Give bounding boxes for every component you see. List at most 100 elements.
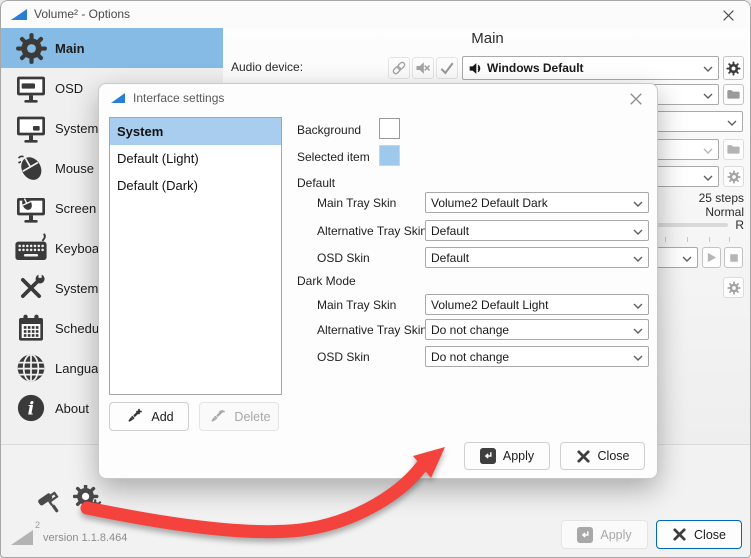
extra-settings-button[interactable]: [723, 277, 744, 298]
section-label-default: Default: [297, 176, 335, 190]
osd-monitor-icon: [13, 71, 49, 105]
slider-tick: [709, 237, 710, 242]
audio-device-select[interactable]: Windows Default: [462, 56, 719, 80]
section-label-dark-mode: Dark Mode: [297, 274, 356, 288]
dark-osd-skin-select[interactable]: Do not change: [425, 346, 649, 367]
dialog-close-button[interactable]: Close: [560, 442, 645, 470]
link-devices-icon[interactable]: [388, 57, 410, 79]
speaker-icon: [468, 61, 483, 76]
row-label: Main Tray Skin: [317, 196, 396, 210]
chevron-down-icon: [633, 350, 643, 364]
browse-folder-button[interactable]: [723, 84, 744, 105]
select-value: Default: [431, 224, 469, 238]
dark-alt-tray-skin-select[interactable]: Do not change: [425, 319, 649, 340]
sidebar-item-label: OSD: [55, 81, 83, 96]
select-value: Volume2 Default Dark: [431, 196, 548, 210]
select-value: Do not change: [431, 350, 509, 364]
gears-icon[interactable]: [73, 485, 105, 517]
chevron-down-icon: [703, 170, 713, 184]
background-swatch[interactable]: [379, 118, 400, 139]
sidebar-item-label: Mouse: [55, 161, 94, 176]
stop-button[interactable]: [724, 247, 743, 268]
close-x-icon: [672, 527, 687, 542]
apply-button: Apply: [561, 520, 648, 549]
play-button[interactable]: [702, 247, 721, 268]
brush-minus-icon: [207, 407, 227, 427]
main-tray-skin-select[interactable]: Volume2 Default Dark: [425, 192, 649, 213]
screen-edge-icon: [13, 191, 49, 225]
mode-text: Normal: [705, 205, 744, 219]
slider-tick: [729, 237, 730, 242]
close-button[interactable]: Close: [656, 520, 742, 549]
channel-text: R: [735, 218, 744, 232]
close-button-label: Close: [694, 528, 726, 542]
dark-main-tray-skin-select[interactable]: Volume2 Default Light: [425, 294, 649, 315]
dialog-apply-label: Apply: [503, 449, 534, 463]
paint-roller-icon[interactable]: [37, 488, 65, 516]
dialog-apply-button[interactable]: Apply: [464, 442, 550, 470]
chevron-down-icon: [703, 61, 713, 75]
options-window: Volume² - Options: [0, 0, 751, 558]
version-text: version 1.1.8.464: [43, 532, 127, 544]
keyboard-icon: [13, 231, 49, 265]
row-label: Alternative Tray Skin: [317, 323, 427, 337]
row-label: Alternative Tray Skin: [317, 224, 427, 238]
footer-logo-icon: [11, 530, 33, 545]
osd-skin-select[interactable]: Default: [425, 247, 649, 268]
skin-list[interactable]: System Default (Light) Default (Dark): [109, 117, 282, 395]
skin-list-item[interactable]: Default (Dark): [110, 172, 281, 199]
settings-button-disabled: [723, 166, 744, 187]
chevron-down-icon: [633, 251, 643, 265]
row-label: OSD Skin: [317, 251, 370, 265]
sidebar-item-main[interactable]: Main: [1, 28, 223, 68]
dialog-logo-icon: [111, 93, 125, 103]
close-x-icon: [576, 449, 591, 464]
delete-skin-button: Delete: [199, 402, 279, 431]
slider-tick: [665, 237, 666, 242]
gear-icon: [13, 31, 49, 65]
audio-device-value: Windows Default: [487, 61, 584, 75]
browse-folder-button-disabled: [723, 139, 744, 160]
slider-tick: [687, 237, 688, 242]
window-close-icon[interactable]: [718, 5, 738, 25]
calendar-icon: [13, 311, 49, 345]
info-icon: i: [13, 391, 49, 425]
check-icon[interactable]: [436, 57, 458, 79]
mute-icon[interactable]: [412, 57, 434, 79]
skin-list-item[interactable]: System: [110, 118, 281, 145]
add-button-label: Add: [151, 410, 173, 424]
select-value: Volume2 Default Light: [431, 298, 548, 312]
select-value: Default: [431, 251, 469, 265]
dialog-close-label: Close: [598, 449, 630, 463]
delete-button-label: Delete: [234, 410, 270, 424]
add-skin-button[interactable]: Add: [109, 402, 189, 431]
dialog-close-icon[interactable]: [627, 90, 645, 108]
window-titlebar: Volume² - Options: [1, 1, 750, 28]
audio-device-label: Audio device:: [231, 60, 303, 74]
chevron-down-icon: [633, 323, 643, 337]
audio-settings-button[interactable]: [723, 56, 744, 80]
selected-item-swatch[interactable]: [379, 145, 400, 166]
apply-button-label: Apply: [600, 528, 631, 542]
chevron-down-icon: [727, 115, 737, 129]
footer-logo-sup: 2: [35, 520, 40, 530]
select-value: Do not change: [431, 323, 509, 337]
chevron-down-icon: [633, 298, 643, 312]
sidebar-item-label: About: [55, 401, 89, 416]
brush-plus-icon: [124, 407, 144, 427]
svg-text:i: i: [28, 399, 35, 419]
app-logo-icon: [11, 9, 27, 20]
row-label: Main Tray Skin: [317, 298, 396, 312]
dialog-title: Interface settings: [133, 91, 224, 105]
skin-list-item[interactable]: Default (Light): [110, 145, 281, 172]
steps-text: 25 steps: [699, 191, 744, 205]
sidebar-item-label: Main: [55, 41, 85, 56]
interface-settings-dialog: Interface settings System Default (Light…: [98, 83, 658, 479]
enter-icon: [480, 448, 496, 464]
system-tray-icon: [13, 111, 49, 145]
page-title: Main: [223, 30, 751, 47]
alt-tray-skin-select[interactable]: Default: [425, 220, 649, 241]
enter-icon: [577, 527, 593, 543]
chevron-down-icon: [682, 251, 692, 265]
chevron-down-icon: [633, 224, 643, 238]
